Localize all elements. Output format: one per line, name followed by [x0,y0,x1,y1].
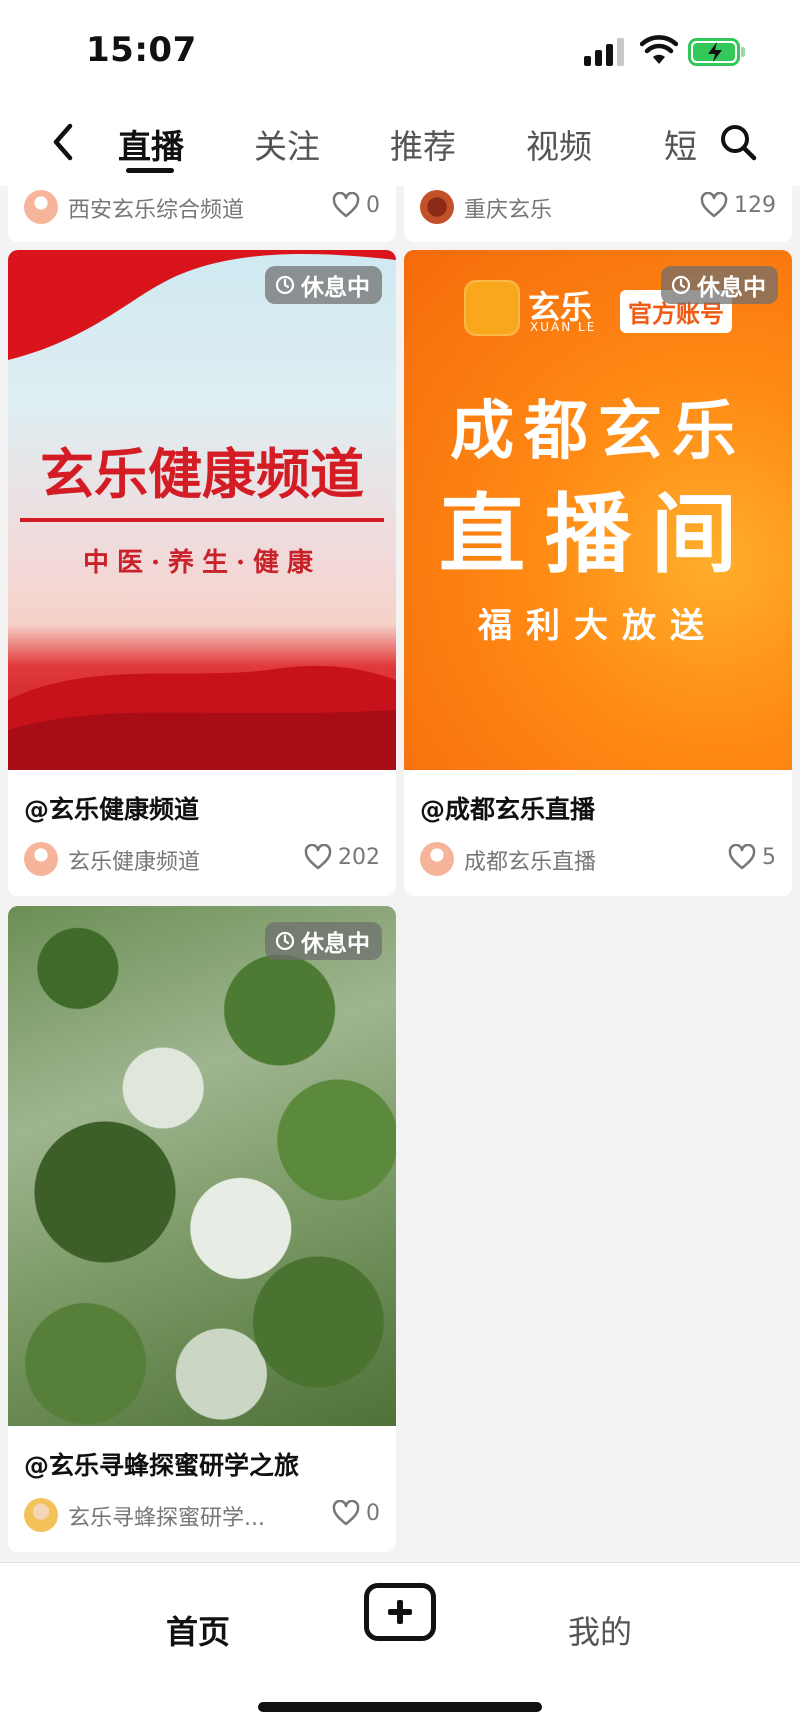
clock-icon [275,931,295,951]
author-name: 玄乐健康频道 [68,850,201,875]
tab-home[interactable]: 首页 [166,1607,230,1653]
leaf-photo [8,906,396,1426]
tab-follow[interactable]: 关注 [254,120,320,168]
card-title[interactable]: @玄乐健康频道 [24,790,199,826]
like-count-value: 129 [734,192,776,218]
like-count-value: 0 [366,1500,380,1526]
like-count-value: 0 [366,192,380,218]
avatar [24,1498,58,1532]
like-count-value: 5 [762,844,776,870]
like-count[interactable]: 5 [728,844,776,870]
top-nav-bar: 直播 关注 推荐 视频 短 [0,106,800,186]
battery-icon [688,38,745,66]
partial-card-xian[interactable]: 西安玄乐综合频道 0 [8,186,396,242]
like-count[interactable]: 0 [332,192,380,218]
card-title[interactable]: @成都玄乐直播 [420,790,595,826]
live-card-chengdu[interactable]: 玄乐 XUAN LE 官方账号 成都玄乐 直播间 福利大放送 休息中 @成都玄乐… [404,250,792,896]
status-badge: 休息中 [661,266,778,304]
like-count[interactable]: 129 [700,192,776,218]
heart-icon [332,1500,360,1526]
tab-mine[interactable]: 我的 [568,1607,632,1653]
active-tab-indicator [126,168,174,173]
status-badge: 休息中 [265,266,382,304]
poster-line-1: 成都玄乐 [450,395,746,469]
author-name: 重庆玄乐 [464,198,553,223]
status-badge-text: 休息中 [301,275,370,301]
heart-icon [304,844,332,870]
tab-video[interactable]: 视频 [526,120,592,168]
tab-live[interactable]: 直播 [118,120,184,168]
brand-logo-subtext: XUAN LE [530,320,597,334]
wifi-icon [640,35,678,64]
home-indicator[interactable] [258,1702,542,1712]
card-meta: 成都玄乐直播 5 [420,842,776,878]
avatar [24,842,58,876]
poster-line-3: 福利大放送 [478,606,718,646]
heart-icon [728,844,756,870]
status-badge: 休息中 [265,922,382,960]
clock-icon [671,275,691,295]
live-card-health[interactable]: 玄乐健康频道 中医·养生·健康 休息中 @玄乐健康频道 玄乐健康频道 202 [8,250,396,896]
poster-divider [20,518,384,522]
back-arrow-icon[interactable] [46,120,80,164]
status-time: 15:07 [86,30,197,70]
like-count[interactable]: 0 [332,1500,380,1526]
search-icon[interactable] [718,122,758,162]
card-meta: 西安玄乐综合频道 0 [24,190,380,226]
avatar [420,842,454,876]
author-name: 成都玄乐直播 [464,850,597,875]
avatar [420,190,454,224]
cellular-signal-icon [584,38,626,66]
poster-title: 玄乐健康频道 [40,442,364,506]
card-title[interactable]: @玄乐寻蜂探蜜研学之旅 [24,1446,299,1482]
live-card-bee-study[interactable]: 休息中 @玄乐寻蜂探蜜研学之旅 玄乐寻蜂探蜜研学... 0 [8,906,396,1552]
tab-short[interactable]: 短 [664,120,697,168]
cover-image: 玄乐健康频道 中医·养生·健康 休息中 [8,250,396,770]
red-silk-wave [8,665,396,770]
author-name: 玄乐寻蜂探蜜研学... [68,1506,265,1531]
tab-recommend[interactable]: 推荐 [390,120,456,168]
heart-icon [332,192,360,218]
cover-image: 休息中 [8,906,396,1426]
poster-subtitle: 中医·养生·健康 [82,548,322,578]
like-count[interactable]: 202 [304,844,380,870]
status-badge-text: 休息中 [301,931,370,957]
card-meta: 玄乐寻蜂探蜜研学... 0 [24,1498,380,1534]
poster-line-2: 直播间 [439,485,757,585]
cover-image: 玄乐 XUAN LE 官方账号 成都玄乐 直播间 福利大放送 休息中 [404,250,792,770]
clock-icon [275,275,295,295]
author-name: 西安玄乐综合频道 [68,198,245,223]
heart-icon [700,192,728,218]
card-meta: 玄乐健康频道 202 [24,842,380,878]
add-post-button[interactable] [364,1583,436,1641]
partial-card-chongqing[interactable]: 重庆玄乐 129 [404,186,792,242]
avatar [24,190,58,224]
status-badge-text: 休息中 [697,275,766,301]
status-bar: 15:07 [0,0,800,106]
like-count-value: 202 [338,844,380,870]
brand-logo-icon [464,280,520,336]
card-meta: 重庆玄乐 129 [420,190,776,226]
